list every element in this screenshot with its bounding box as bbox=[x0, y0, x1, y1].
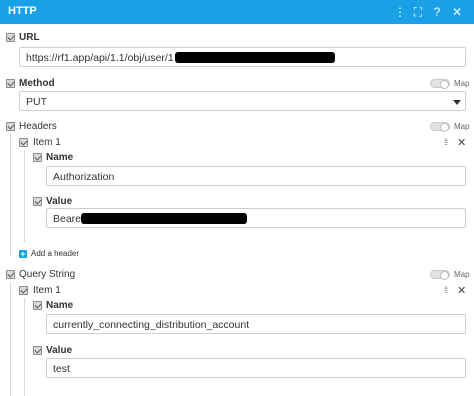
query-name-collapse-checkbox[interactable] bbox=[33, 301, 42, 310]
query-value-input[interactable]: test bbox=[46, 358, 466, 378]
query-string-collapse-checkbox[interactable] bbox=[6, 270, 15, 279]
headers-label: Headers bbox=[19, 121, 57, 132]
kebab-icon[interactable]: ⋮ bbox=[392, 4, 408, 20]
method-map-toggle[interactable] bbox=[430, 79, 450, 89]
query-value-label: Value bbox=[46, 345, 73, 356]
header-name-input[interactable]: Authorization bbox=[46, 166, 466, 186]
query-name-value: currently_connecting_distribution_accoun… bbox=[53, 319, 250, 331]
method-value: PUT bbox=[26, 96, 47, 108]
query-string-map-label: Map bbox=[454, 270, 470, 279]
query-item-tree-line bbox=[24, 298, 25, 396]
url-redaction bbox=[175, 52, 335, 63]
drag-handle-icon[interactable]: ⁞⁞ bbox=[444, 286, 448, 295]
query-value-collapse-checkbox[interactable] bbox=[33, 346, 42, 355]
header-name-collapse-checkbox[interactable] bbox=[33, 153, 42, 162]
remove-item-icon[interactable]: ✕ bbox=[457, 284, 466, 297]
query-string-label: Query String bbox=[19, 269, 76, 280]
remove-item-icon[interactable]: ✕ bbox=[457, 136, 466, 149]
header-item-title: Item 1 bbox=[33, 137, 61, 148]
header-item-collapse-checkbox[interactable] bbox=[19, 138, 28, 147]
header-value-value: Bearer bbox=[53, 213, 85, 225]
header-value-label: Value bbox=[46, 196, 73, 207]
header-value-redaction bbox=[81, 213, 247, 224]
query-value-value: test bbox=[53, 363, 70, 375]
headers-collapse-checkbox[interactable] bbox=[6, 122, 15, 131]
headers-map-label: Map bbox=[454, 122, 470, 131]
expand-icon[interactable]: ⛶ bbox=[410, 4, 426, 20]
method-label: Method bbox=[19, 78, 55, 89]
method-select[interactable]: PUT bbox=[19, 91, 466, 111]
url-label: URL bbox=[19, 32, 40, 43]
module-title-bar: HTTP ⋮ ⛶ ? ✕ bbox=[0, 0, 474, 24]
url-value: https://rf1.app/api/1.1/obj/user/1 bbox=[26, 52, 174, 64]
drag-handle-icon[interactable]: ⁞⁞ bbox=[444, 138, 448, 147]
query-name-input[interactable]: currently_connecting_distribution_accoun… bbox=[46, 314, 466, 334]
query-item-collapse-checkbox[interactable] bbox=[19, 286, 28, 295]
header-value-collapse-checkbox[interactable] bbox=[33, 197, 42, 206]
url-collapse-checkbox[interactable] bbox=[6, 33, 15, 42]
chevron-down-icon bbox=[453, 100, 461, 105]
query-name-label: Name bbox=[46, 300, 74, 311]
module-title: HTTP bbox=[8, 5, 37, 17]
close-icon[interactable]: ✕ bbox=[449, 4, 465, 20]
method-map-label: Map bbox=[454, 79, 470, 88]
add-header-link[interactable]: Add a header bbox=[31, 249, 79, 258]
url-input[interactable]: https://rf1.app/api/1.1/obj/user/1 bbox=[19, 47, 466, 67]
header-name-label: Name bbox=[46, 152, 74, 163]
help-icon[interactable]: ? bbox=[429, 4, 445, 20]
headers-tree-line bbox=[10, 134, 11, 256]
query-item-title: Item 1 bbox=[33, 285, 61, 296]
method-collapse-checkbox[interactable] bbox=[6, 79, 15, 88]
header-name-value: Authorization bbox=[53, 171, 115, 183]
header-value-input[interactable]: Bearer bbox=[46, 208, 466, 228]
query-string-tree-line bbox=[10, 282, 11, 396]
add-header-icon[interactable]: + bbox=[19, 250, 27, 259]
query-string-map-toggle[interactable] bbox=[430, 270, 450, 280]
header-item-tree-line bbox=[24, 150, 25, 242]
headers-map-toggle[interactable] bbox=[430, 122, 450, 132]
